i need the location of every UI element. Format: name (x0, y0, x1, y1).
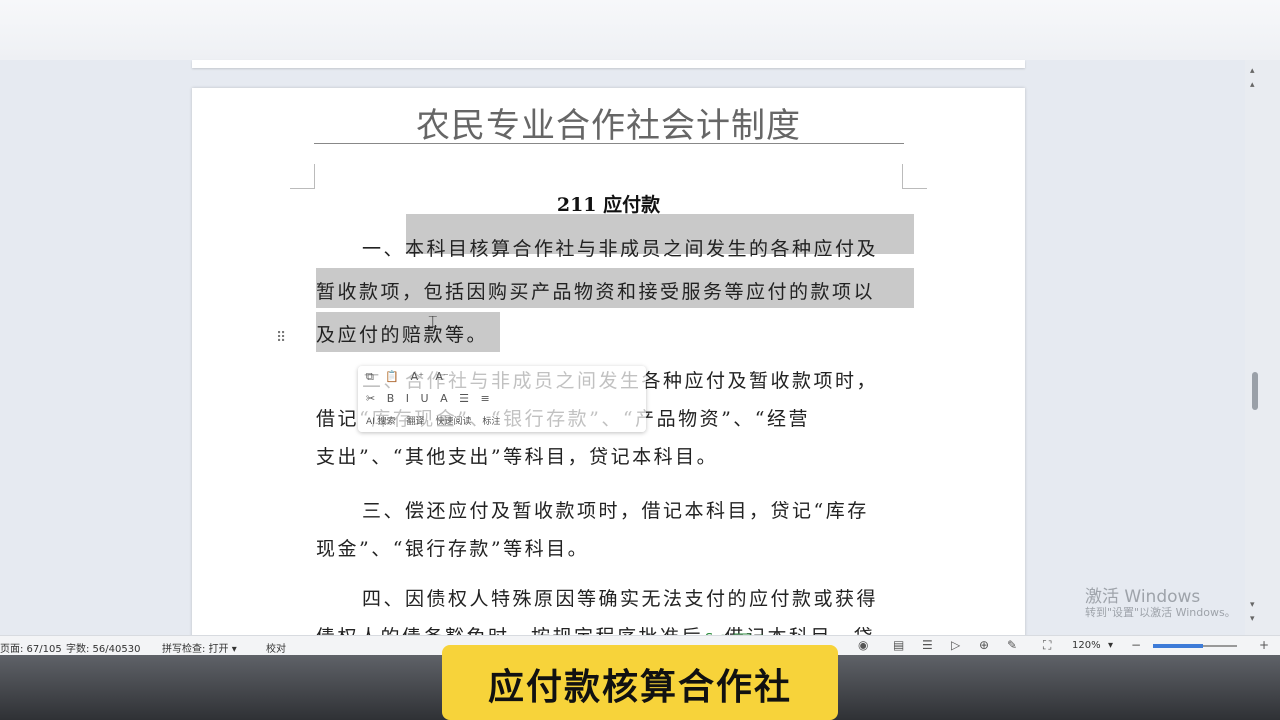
block-drag-handle-icon[interactable]: ⠿ (276, 330, 286, 346)
status-spellcheck[interactable]: 拼写检查: 打开 ▾ (162, 640, 237, 655)
paragraph-line[interactable]: 一、本科目核算合作社与非成员之间发生的各种应付及 (362, 234, 902, 261)
zoom-in-icon[interactable]: + (1259, 638, 1269, 652)
fit-page-icon[interactable]: ⛶ (1043, 638, 1051, 653)
page-up-icon[interactable]: ▴ (1250, 80, 1255, 90)
zoom-slider-fill (1153, 644, 1203, 648)
margin-corner-left (290, 164, 315, 189)
zoom-dropdown-icon[interactable]: ▾ (1108, 640, 1113, 651)
italic-button[interactable]: I (406, 392, 409, 405)
zoom-out-icon[interactable]: − (1131, 638, 1141, 652)
previous-page-edge (192, 60, 1025, 68)
status-page-count[interactable]: 页面: 67/105 (0, 640, 62, 655)
paragraph-line[interactable]: 暂收款项，包括因购买产品物资和接受服务等应付的款项以 (316, 277, 902, 304)
paragraph-line[interactable]: 支出”、“其他支出”等科目，贷记本科目。 (316, 442, 902, 469)
underline-button[interactable]: U (421, 392, 429, 405)
floating-format-toolbar[interactable]: ⧉ 📋 A⁺ A⁻ ✂ B I U A ☰ ≡ AI 搜索 翻译 快速阅读 标注 (358, 366, 646, 432)
video-subtitle: 应付款核算合作社 (487, 667, 792, 708)
status-word-count[interactable]: 字数: 56/40530 (66, 640, 140, 655)
font-color-button[interactable]: A (440, 392, 448, 405)
page-down-icon[interactable]: ▾ (1250, 600, 1255, 610)
paragraph-line[interactable]: 及应付的赔款等。 (316, 320, 902, 347)
section-title: 211 应付款 (556, 194, 661, 216)
eye-icon[interactable]: ◉ (858, 638, 868, 652)
text-cursor-icon: ⌶ (428, 312, 438, 331)
play-icon[interactable]: ▷ (951, 638, 960, 652)
pen-icon[interactable]: ✎ (1007, 638, 1017, 652)
scroll-up-icon[interactable]: ▴ (1250, 66, 1255, 76)
paragraph-line[interactable]: 现金”、“银行存款”等科目。 (316, 534, 902, 561)
status-proofread[interactable]: 校对 (266, 640, 286, 655)
copy-icon[interactable]: ⧉ (366, 370, 374, 383)
ribbon-area (0, 0, 1280, 61)
translate-button[interactable]: 翻译 (407, 417, 425, 427)
font-grow-icon[interactable]: A⁺ (411, 370, 424, 383)
cut-icon[interactable]: ✂ (366, 392, 375, 405)
quick-read-button[interactable]: 快速阅读 (435, 417, 471, 427)
mini-toolbar-row-2: ✂ B I U A ☰ ≡ (366, 392, 498, 405)
vertical-scrollbar[interactable] (1245, 60, 1280, 635)
paste-icon[interactable]: 📋 (385, 370, 399, 383)
scrollbar-thumb[interactable] (1252, 372, 1258, 410)
font-shrink-icon[interactable]: A⁻ (435, 370, 448, 383)
document-header-title: 农民专业合作社会计制度 (416, 106, 801, 146)
bold-button[interactable]: B (387, 392, 395, 405)
header-rule (314, 143, 904, 144)
scroll-down-icon[interactable]: ▾ (1250, 614, 1255, 624)
mini-toolbar-row-1: ⧉ 📋 A⁺ A⁻ (366, 370, 457, 384)
mini-toolbar-row-3: AI 搜索 翻译 快速阅读 标注 (366, 414, 508, 427)
outline-view-icon[interactable]: ☰ (922, 638, 933, 652)
list-button[interactable]: ☰ (459, 392, 469, 405)
activation-watermark-hint: 转到"设置"以激活 Windows。 (1085, 606, 1236, 619)
paragraph-line[interactable]: 四、因债权人特殊原因等确实无法支付的应付款或获得 (362, 584, 902, 611)
align-button[interactable]: ≡ (480, 392, 489, 405)
page-view-icon[interactable]: ▤ (893, 638, 904, 652)
paragraph-line[interactable]: 三、偿还应付及暂收款项时，借记本科目，贷记“库存 (362, 496, 902, 523)
ai-search-button[interactable]: AI 搜索 (366, 417, 396, 427)
margin-corner-right (902, 164, 927, 189)
annotate-button[interactable]: 标注 (482, 417, 500, 427)
web-view-icon[interactable]: ⊕ (979, 638, 989, 652)
zoom-level[interactable]: 120% (1072, 640, 1101, 651)
